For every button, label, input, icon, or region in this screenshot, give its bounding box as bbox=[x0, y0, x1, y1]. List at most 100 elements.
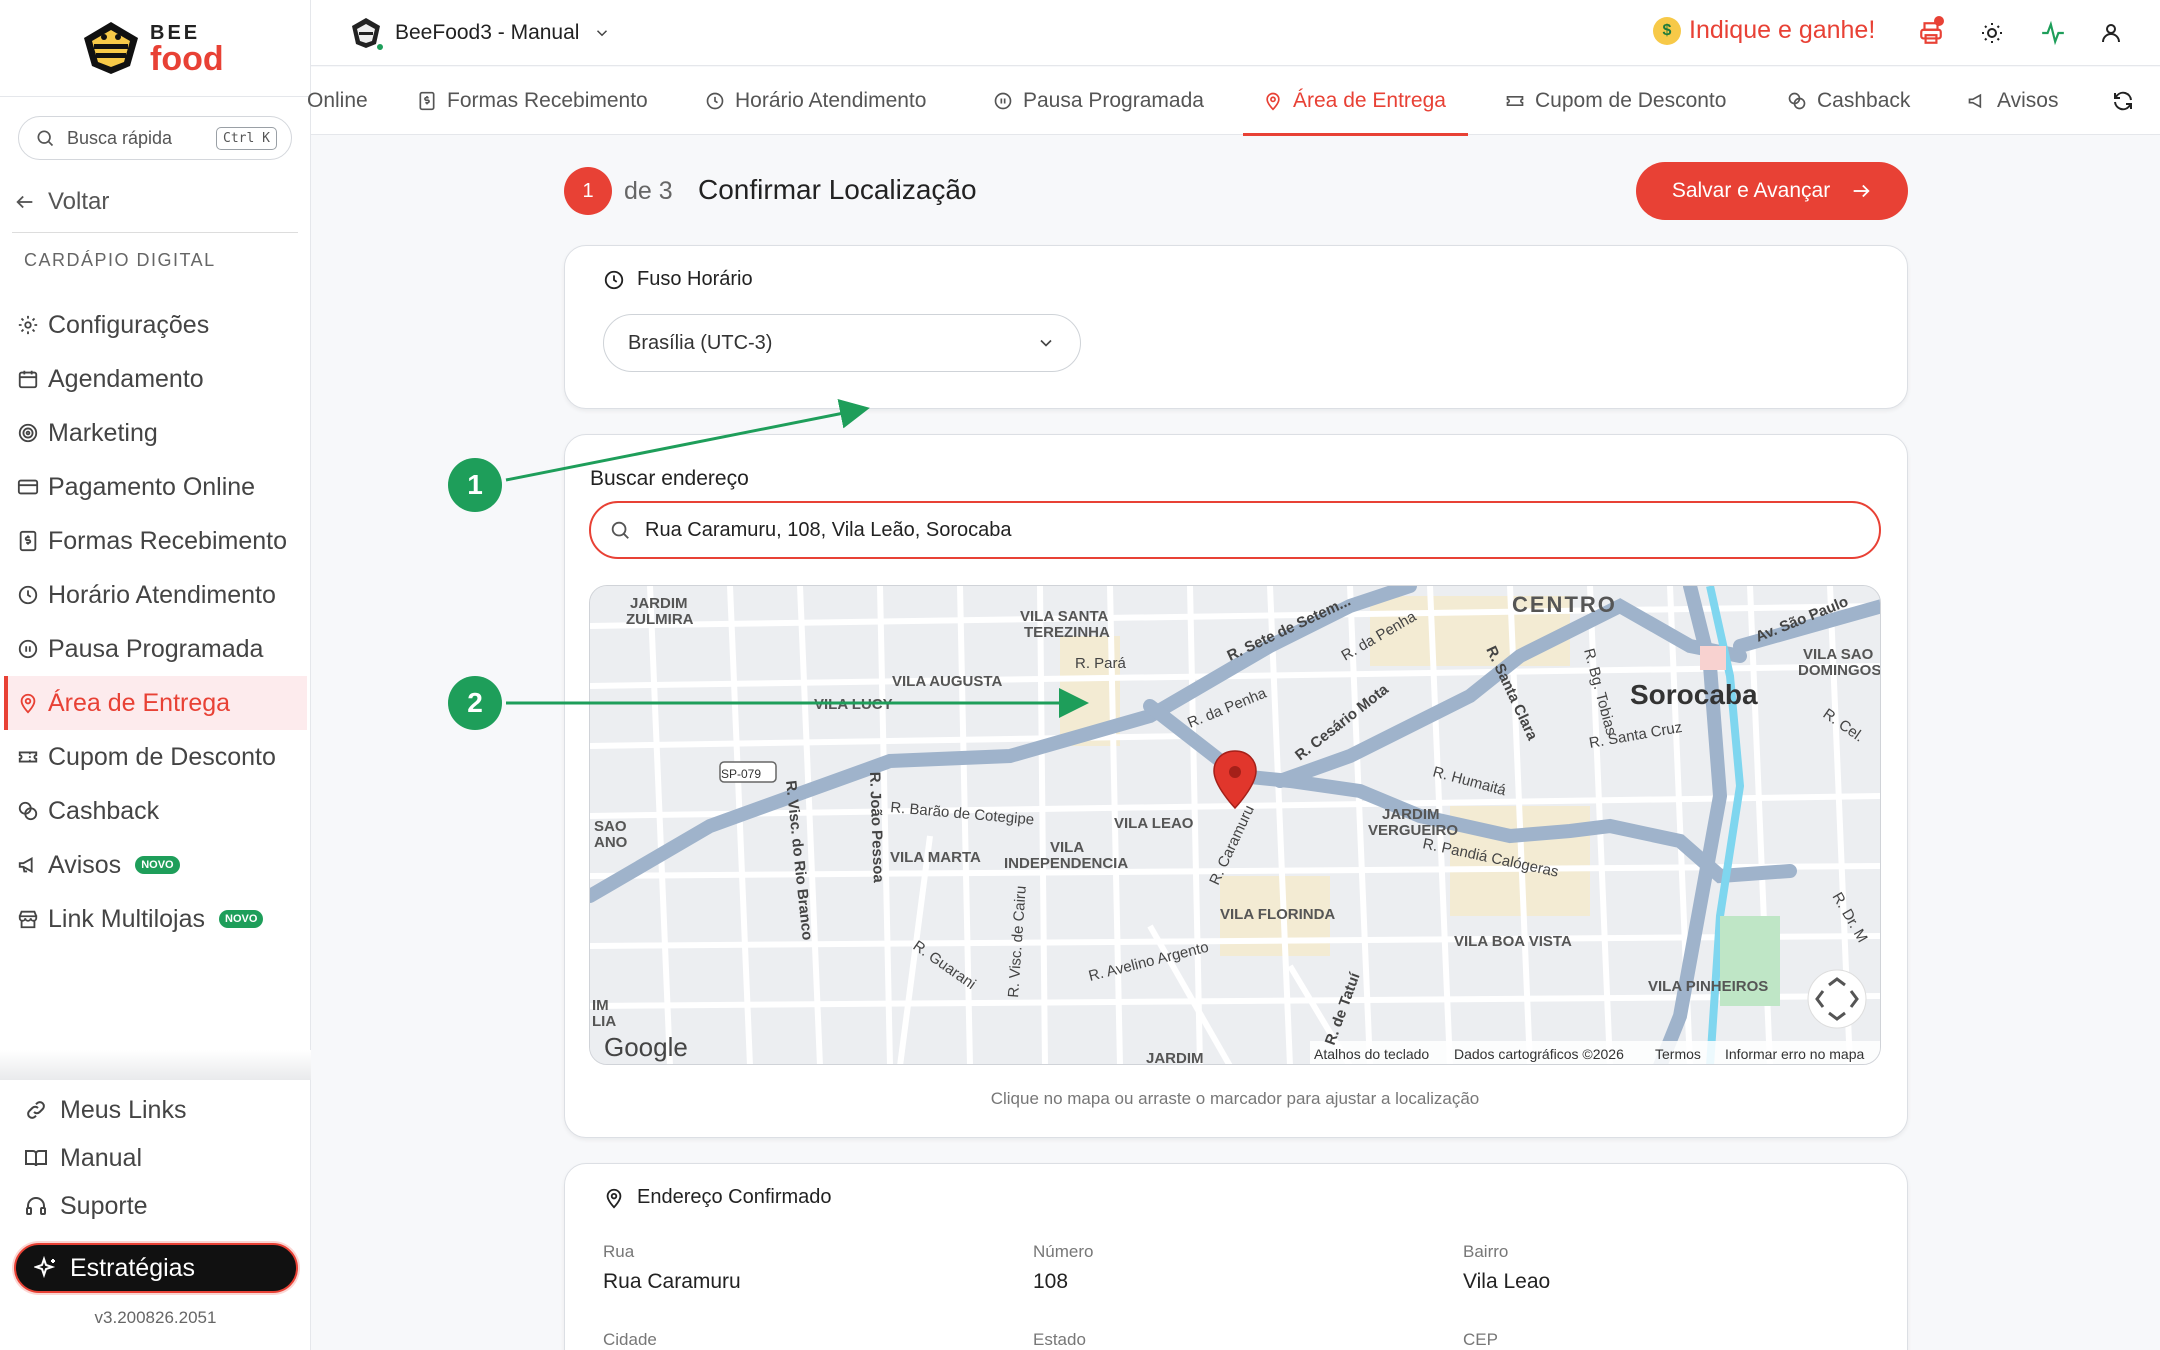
theme-toggle-button[interactable] bbox=[1977, 18, 2007, 48]
tab-horario-atendimento[interactable]: Horário Atendimento bbox=[705, 67, 926, 135]
field-label-bairro: Bairro bbox=[1463, 1242, 1509, 1261]
store-avatar bbox=[349, 16, 385, 52]
coins-icon bbox=[1787, 91, 1807, 111]
sidebar-item-horario-atendimento[interactable]: Horário Atendimento bbox=[0, 568, 311, 622]
map-footer-shortcuts[interactable]: Atalhos do teclado bbox=[1314, 1046, 1429, 1062]
new-badge: NOVO bbox=[219, 910, 264, 928]
map-footer-data: Dados cartográficos ©2026 bbox=[1454, 1046, 1624, 1062]
search-icon bbox=[611, 521, 629, 539]
printer-button[interactable] bbox=[1916, 16, 1946, 48]
sidebar-item-label: Área de Entrega bbox=[48, 688, 231, 717]
scroll-fade bbox=[0, 1050, 311, 1080]
shortcut-badge: Ctrl K bbox=[216, 126, 277, 150]
sidebar-item-pausa-programada[interactable]: Pausa Programada bbox=[0, 622, 311, 676]
tab-cashback[interactable]: Cashback bbox=[1787, 67, 1910, 135]
sidebar-item-configuracoes[interactable]: Configurações bbox=[0, 298, 311, 352]
notification-dot bbox=[1934, 16, 1944, 26]
quick-search-placeholder: Busca rápida bbox=[67, 127, 173, 148]
ticket-icon bbox=[1505, 91, 1525, 111]
sidebar-item-suporte[interactable]: Suporte bbox=[0, 1182, 311, 1230]
field-value-numero: 108 bbox=[1033, 1270, 1069, 1293]
refresh-button[interactable] bbox=[2111, 67, 2135, 135]
sidebar-item-formas-recebimento[interactable]: Formas Recebimento bbox=[0, 514, 311, 568]
field-value-bairro: Vila Leao bbox=[1463, 1270, 1551, 1293]
sidebar-item-pagamento-online[interactable]: Pagamento Online bbox=[0, 460, 311, 514]
address-search-input[interactable]: Rua Caramuru, 108, Vila Leão, Sorocaba bbox=[589, 501, 1881, 559]
address-map-card: Buscar endereço Rua Caramuru, 108, Vila … bbox=[564, 434, 1908, 1138]
clock-icon bbox=[16, 583, 40, 607]
refresh-icon bbox=[2114, 91, 2132, 111]
sidebar-item-label: Cupom de Desconto bbox=[48, 742, 276, 771]
tab-label: Pausa Programada bbox=[1023, 89, 1204, 112]
chevron-down-icon bbox=[1040, 339, 1052, 347]
timezone-title: Fuso Horário bbox=[603, 268, 753, 291]
headset-icon bbox=[24, 1194, 48, 1218]
sidebar-item-cashback[interactable]: Cashback bbox=[0, 784, 311, 838]
megaphone-icon bbox=[16, 853, 40, 877]
back-link[interactable]: Voltar bbox=[14, 188, 109, 216]
user-icon bbox=[2102, 24, 2120, 43]
sidebar-item-manual[interactable]: Manual bbox=[0, 1134, 311, 1182]
sidebar-item-label: Marketing bbox=[48, 418, 158, 447]
timezone-selected-value: Brasília (UTC-3) bbox=[628, 331, 773, 354]
sidebar-item-cupom-de-desconto[interactable]: Cupom de Desconto bbox=[0, 730, 311, 784]
sidebar-item-label: Pagamento Online bbox=[48, 472, 256, 501]
tab-area-de-entrega[interactable]: Área de Entrega bbox=[1243, 67, 1468, 136]
field-label-estado: Estado bbox=[1033, 1330, 1086, 1349]
map-label: JARDIM bbox=[630, 595, 688, 612]
map-pin-icon bbox=[603, 1187, 625, 1209]
logo-food-text: food bbox=[150, 40, 224, 78]
map-footer-report[interactable]: Informar erro no mapa bbox=[1725, 1046, 1864, 1062]
sidebar-item-area-de-entrega[interactable]: Área de Entrega bbox=[4, 676, 307, 730]
save-button-label: Salvar e Avançar bbox=[1671, 179, 1831, 202]
map-label: SAO bbox=[594, 818, 627, 835]
bee-logo-icon bbox=[84, 22, 138, 74]
sidebar-item-marketing[interactable]: Marketing bbox=[0, 406, 311, 460]
sidebar-item-avisos[interactable]: Avisos NOVO bbox=[0, 838, 311, 892]
tab-avisos[interactable]: Avisos bbox=[1967, 67, 2058, 135]
profile-button[interactable] bbox=[2096, 18, 2126, 48]
arrow-right-icon bbox=[1850, 180, 1872, 202]
strategies-button[interactable]: Estratégias bbox=[14, 1243, 298, 1293]
tab-pausa-programada[interactable]: Pausa Programada bbox=[993, 67, 1204, 135]
beefood-logo[interactable]: BEE food bbox=[80, 18, 240, 80]
tab-pagamento-online[interactable]: Online bbox=[307, 67, 368, 135]
map-label: JARDIM bbox=[1146, 1050, 1204, 1065]
bottom-link-label: Suporte bbox=[60, 1191, 148, 1220]
sidebar-item-label: Horário Atendimento bbox=[48, 580, 276, 609]
sidebar-item-meus-links[interactable]: Meus Links bbox=[0, 1086, 311, 1134]
dollar-receipt-icon bbox=[417, 91, 437, 111]
book-icon bbox=[24, 1146, 48, 1170]
referral-link[interactable]: $ Indique e ganhe! bbox=[1653, 16, 1875, 45]
map-label: SP-079 bbox=[721, 767, 761, 781]
bottom-link-label: Manual bbox=[60, 1143, 142, 1172]
store-selector[interactable]: BeeFood3 - Manual bbox=[349, 16, 611, 52]
back-label: Voltar bbox=[48, 188, 110, 215]
quick-search-input[interactable]: Busca rápida Ctrl K bbox=[18, 116, 292, 160]
map-label: IM bbox=[592, 997, 609, 1014]
annotation-marker-2: 2 bbox=[448, 676, 502, 730]
timezone-select[interactable]: Brasília (UTC-3) bbox=[603, 314, 1081, 372]
tab-label: Cupom de Desconto bbox=[1535, 89, 1727, 112]
map-footer-terms[interactable]: Termos bbox=[1655, 1046, 1701, 1062]
location-map[interactable]: JARDIM ZULMIRA VILA SANTA TEREZINHA VILA… bbox=[589, 585, 1881, 1065]
link-icon bbox=[24, 1098, 48, 1122]
sidebar-nav: Configurações Agendamento Marketing Paga… bbox=[0, 298, 311, 946]
tab-cupom-de-desconto[interactable]: Cupom de Desconto bbox=[1505, 67, 1726, 135]
sidebar: BEE food Busca rápida Ctrl K Voltar CARD… bbox=[0, 0, 311, 1350]
map-label: LIA bbox=[592, 1013, 616, 1030]
field-label-numero: Número bbox=[1033, 1242, 1094, 1261]
save-and-next-button[interactable]: Salvar e Avançar bbox=[1636, 162, 1908, 220]
map-label: JARDIM bbox=[1382, 806, 1440, 823]
activity-button[interactable] bbox=[2038, 18, 2068, 48]
app-version: v3.200826.2051 bbox=[94, 1308, 217, 1327]
tab-label: Formas Recebimento bbox=[447, 89, 648, 112]
sidebar-item-link-multilojas[interactable]: Link Multilojas NOVO bbox=[0, 892, 311, 946]
tab-formas-recebimento[interactable]: Formas Recebimento bbox=[417, 67, 648, 135]
bottom-link-label: Meus Links bbox=[60, 1095, 187, 1124]
gear-icon bbox=[16, 313, 40, 337]
map-canvas[interactable]: JARDIM ZULMIRA VILA SANTA TEREZINHA VILA… bbox=[590, 586, 1881, 1065]
top-bar: BeeFood3 - Manual $ Indique e ganhe! bbox=[311, 0, 2160, 66]
sidebar-item-agendamento[interactable]: Agendamento bbox=[0, 352, 311, 406]
map-label: VILA BOA VISTA bbox=[1454, 933, 1572, 950]
